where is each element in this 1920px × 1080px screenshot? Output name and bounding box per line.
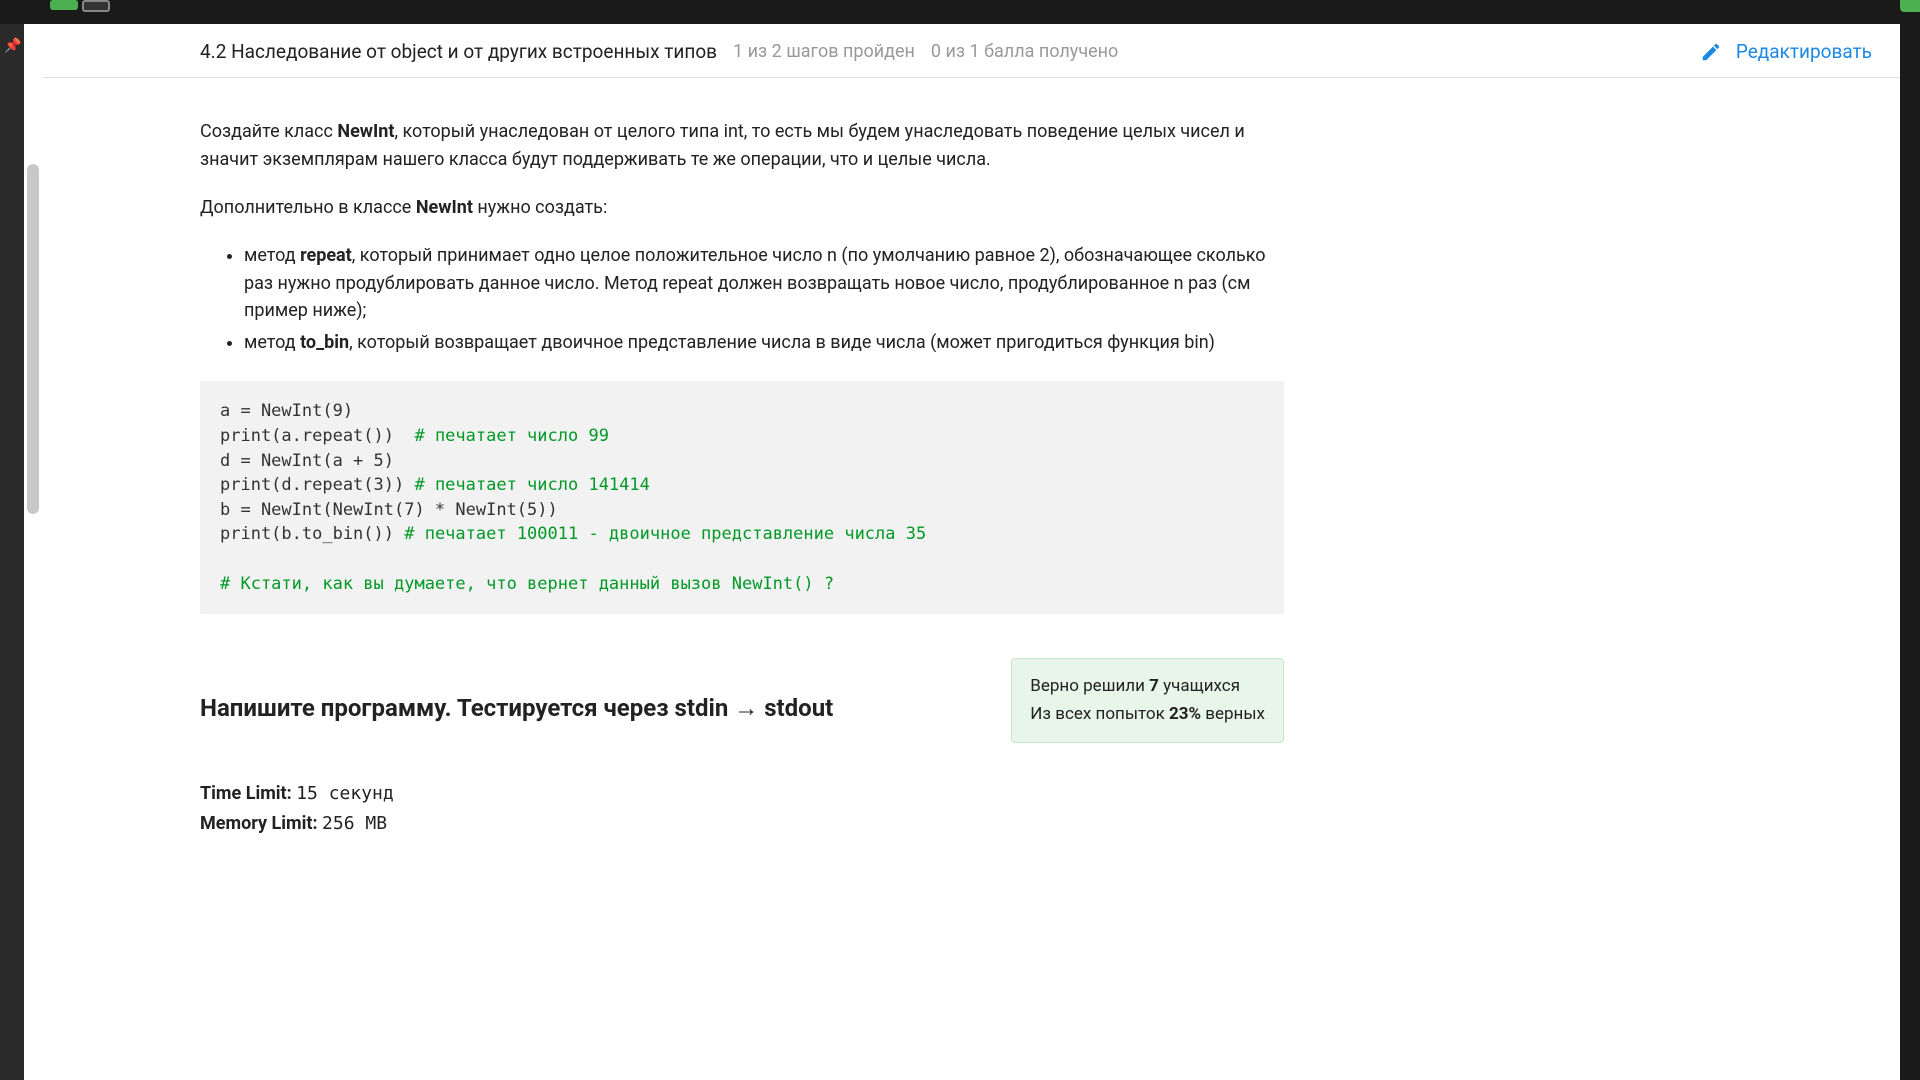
scrollbar-track[interactable]	[24, 24, 42, 1080]
lesson-content: Создайте класс NewInt, который унаследов…	[42, 78, 1312, 860]
memory-limit: Memory Limit: 256 MB	[200, 809, 1284, 840]
stats-box: Верно решили 7 учащихся Из всех попыток …	[1011, 658, 1284, 742]
scrollbar-thumb[interactable]	[27, 164, 39, 514]
task-paragraph-2: Дополнительно в классе NewInt нужно созд…	[200, 194, 1284, 222]
task-paragraph-1: Создайте класс NewInt, который унаследов…	[200, 118, 1284, 174]
pin-icon[interactable]: 📌	[4, 38, 21, 54]
steps-progress: 1 из 2 шагов пройден	[733, 41, 915, 62]
right-edge-bar	[1900, 0, 1920, 1080]
window-titlebar	[0, 0, 1920, 24]
list-item: метод to_bin, который возвращает двоично…	[244, 329, 1284, 357]
edit-button[interactable]: Редактировать	[1700, 40, 1872, 63]
stats-solved: Верно решили 7 учащихся	[1030, 673, 1265, 700]
lesson-title: 4.2 Наследование от object и от других в…	[200, 40, 717, 63]
task-heading: Напишите программу. Тестируется через st…	[200, 694, 981, 723]
active-tab-indicator[interactable]	[50, 0, 78, 10]
code-example: a = NewInt(9) print(a.repeat()) # печата…	[200, 381, 1284, 614]
pencil-icon	[1700, 41, 1722, 63]
lesson-header: 4.2 Наследование от object и от других в…	[42, 24, 1900, 78]
corner-indicator	[1900, 0, 1920, 12]
list-item: метод repeat, который принимает одно цел…	[244, 242, 1284, 326]
time-limit: Time Limit: 15 секунд	[200, 779, 1284, 810]
app-sidebar: 📌	[0, 24, 24, 1080]
stats-tries: Из всех попыток 23% верных	[1030, 701, 1265, 728]
tab-indicator[interactable]	[82, 0, 110, 12]
edit-label: Редактировать	[1736, 40, 1872, 63]
points-progress: 0 из 1 балла получено	[931, 41, 1118, 62]
task-list: метод repeat, который принимает одно цел…	[200, 242, 1284, 358]
limits: Time Limit: 15 секунд Memory Limit: 256 …	[200, 779, 1284, 840]
